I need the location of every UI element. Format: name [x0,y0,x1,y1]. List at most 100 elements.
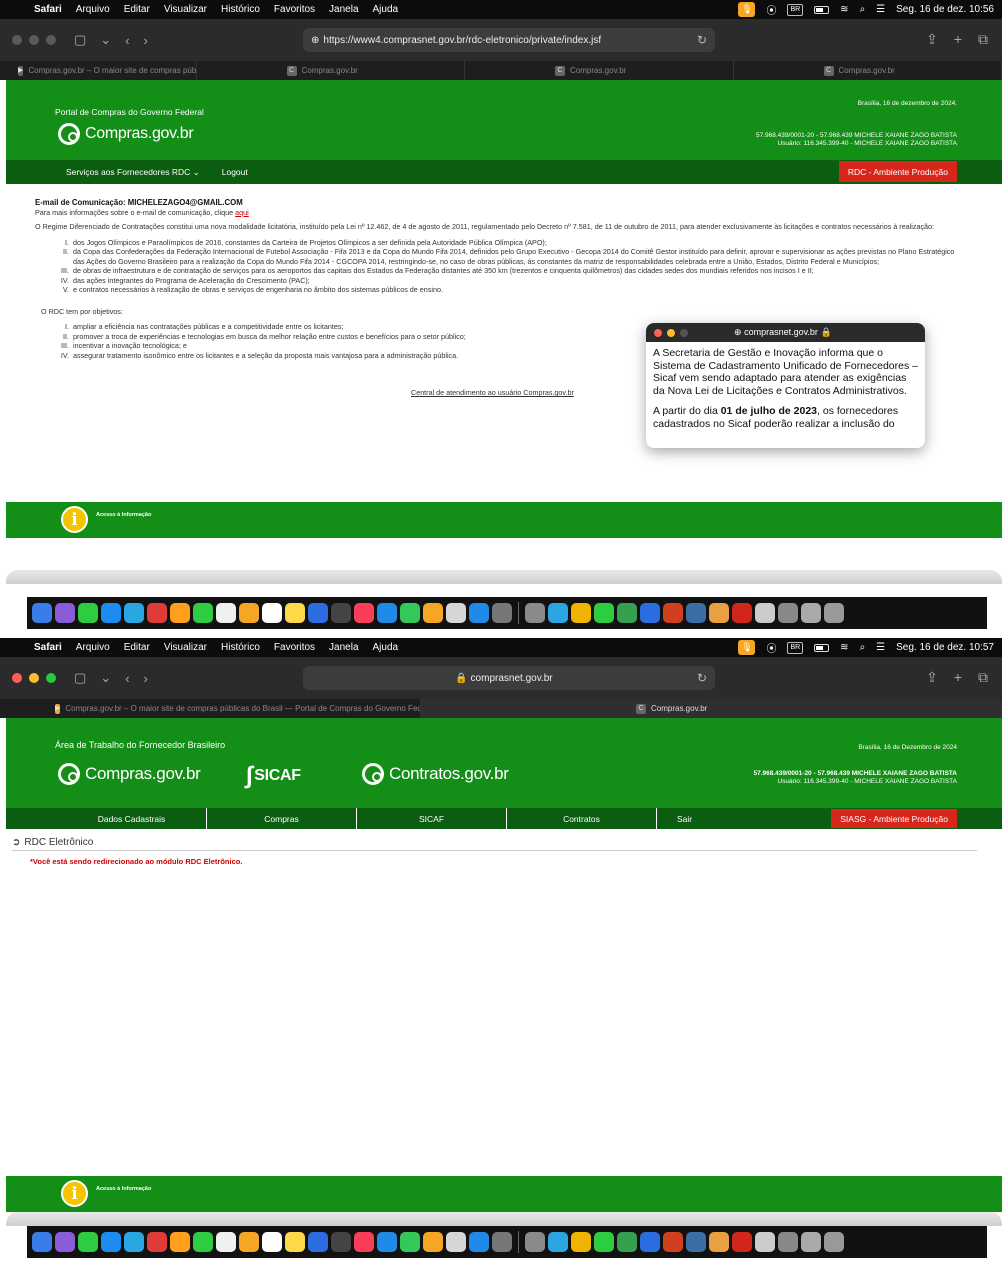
dock-app-icon[interactable] [755,603,775,623]
dock-app-icon[interactable] [778,1232,798,1252]
dock-app-icon[interactable] [686,1232,706,1252]
dock-app-icon[interactable] [285,1232,305,1252]
tab-2[interactable]: C Compras.gov.br [421,699,1002,718]
dock-app-icon[interactable] [571,603,591,623]
dock-app-icon[interactable] [594,603,614,623]
dock-app-icon[interactable] [571,1232,591,1252]
info-icon[interactable]: i [61,1180,88,1207]
email-info-link[interactable]: aqui [235,208,249,217]
dock-app-icon[interactable] [492,1232,512,1252]
wifi-icon[interactable]: ≋ [840,4,848,15]
dock-app-icon[interactable] [469,603,489,623]
share-icon[interactable]: ⇪ [926,669,938,686]
dock-app-icon[interactable] [525,603,545,623]
dock-app-icon[interactable] [124,1232,144,1252]
dock-app-icon[interactable] [239,1232,259,1252]
new-tab-icon[interactable]: + [954,31,962,48]
forward-icon[interactable]: › [144,33,148,48]
tab-overview-icon[interactable]: ⧉ [978,31,988,48]
dock-app-icon[interactable] [423,1232,443,1252]
dock-app-icon[interactable] [525,1232,545,1252]
info-label[interactable]: Acesso à Informação [96,512,151,519]
logout-link[interactable]: Logout [222,167,248,177]
dock-app-icon[interactable] [101,603,121,623]
address-bar[interactable]: ⊕ https://www4.comprasnet.gov.br/rdc-ele… [303,28,715,52]
forward-icon[interactable]: › [144,671,148,686]
dock-app-icon[interactable] [400,603,420,623]
dock-app-icon[interactable] [640,603,660,623]
dock-app-icon[interactable] [801,603,821,623]
dock-app-icon[interactable] [78,603,98,623]
wifi-icon[interactable]: ≋ [840,642,848,653]
dock-app-icon[interactable] [216,603,236,623]
tab-3[interactable]: C Compras.gov.br [465,61,734,80]
menu-window[interactable]: Janela [329,642,358,653]
dock-app-icon[interactable] [331,1232,351,1252]
notification-popup[interactable]: ⊕ comprasnet.gov.br 🔒 A Secretaria de Ge… [646,323,925,448]
dock-app-icon[interactable] [548,1232,568,1252]
share-icon[interactable]: ⇪ [926,31,938,48]
dock-app-icon[interactable] [216,1232,236,1252]
contratos-logo[interactable]: Contratos.gov.br [362,763,509,785]
play-icon[interactable]: ⦿ [766,640,776,655]
menu-view[interactable]: Visualizar [164,642,207,653]
popup-window-controls[interactable] [654,328,688,337]
battery-icon[interactable] [814,643,830,652]
dock-app-icon[interactable] [308,603,328,623]
menu-history[interactable]: Histórico [221,642,260,653]
sidebar-icon[interactable]: ▢ [74,32,86,48]
menu-file[interactable]: Arquivo [76,4,110,15]
menu-edit[interactable]: Editar [124,4,150,15]
nav-sicaf[interactable]: SICAF [357,808,507,829]
dock-app-icon[interactable] [285,603,305,623]
dock-app-icon[interactable] [377,603,397,623]
dock-app-icon[interactable] [617,603,637,623]
dock-app-icon[interactable] [732,603,752,623]
tab-4[interactable]: C Compras.gov.br [734,61,1002,80]
sidebar-icon[interactable]: ▢ [74,670,86,686]
dock-app-icon[interactable] [101,1232,121,1252]
search-icon[interactable]: ⌕ [860,4,866,15]
nav-sair[interactable]: Sair [657,808,807,829]
dock-app-icon[interactable] [193,603,213,623]
url-text[interactable]: https://www4.comprasnet.gov.br/rdc-eletr… [323,35,697,46]
dock-app-icon[interactable] [755,1232,775,1252]
menu-bookmarks[interactable]: Favoritos [274,4,315,15]
menu-help[interactable]: Ajuda [373,642,399,653]
back-icon[interactable]: ‹ [125,671,129,686]
sicaf-logo[interactable]: ∫ SICAF [246,762,301,790]
dock-app-icon[interactable] [331,603,351,623]
tab-1[interactable]: ▶ Compras.gov.br – O maior site de compra… [0,61,197,80]
menu-file[interactable]: Arquivo [76,642,110,653]
info-icon[interactable]: i [61,506,88,533]
dock-app-icon[interactable] [239,603,259,623]
services-menu[interactable]: Serviços aos Fornecedores RDC ⌄ [66,167,200,178]
menu-help[interactable]: Ajuda [373,4,399,15]
dock-app-icon[interactable] [617,1232,637,1252]
control-center-icon[interactable]: ☰ [876,4,885,15]
dock-app-icon[interactable] [147,1232,167,1252]
dock-app-icon[interactable] [78,1232,98,1252]
dock-app-icon[interactable] [32,1232,52,1252]
microphone-icon[interactable]: 🎙 [738,2,756,17]
keyboard-layout[interactable]: BR [787,3,804,16]
menu-app[interactable]: Safari [34,642,62,653]
dock-app-icon[interactable] [377,1232,397,1252]
dock-app-icon[interactable] [824,603,844,623]
chevron-down-icon[interactable]: ⌄ [100,32,111,48]
play-icon[interactable]: ⦿ [766,2,776,17]
nav-contratos[interactable]: Contratos [507,808,657,829]
dock-app-icon[interactable] [469,1232,489,1252]
dock-app-icon[interactable] [262,603,282,623]
clock[interactable]: Seg. 16 de dez. 10:56 [896,4,994,15]
dock-app-icon[interactable] [354,603,374,623]
keyboard-layout[interactable]: BR [787,641,804,654]
chevron-down-icon[interactable]: ⌄ [100,670,111,686]
dock-app-icon[interactable] [732,1232,752,1252]
dock-app-icon[interactable] [308,1232,328,1252]
dock-app-icon[interactable] [640,1232,660,1252]
dock-app-icon[interactable] [147,603,167,623]
dock-app-icon[interactable] [663,1232,683,1252]
window-controls[interactable] [12,673,56,683]
new-tab-icon[interactable]: + [954,669,962,686]
